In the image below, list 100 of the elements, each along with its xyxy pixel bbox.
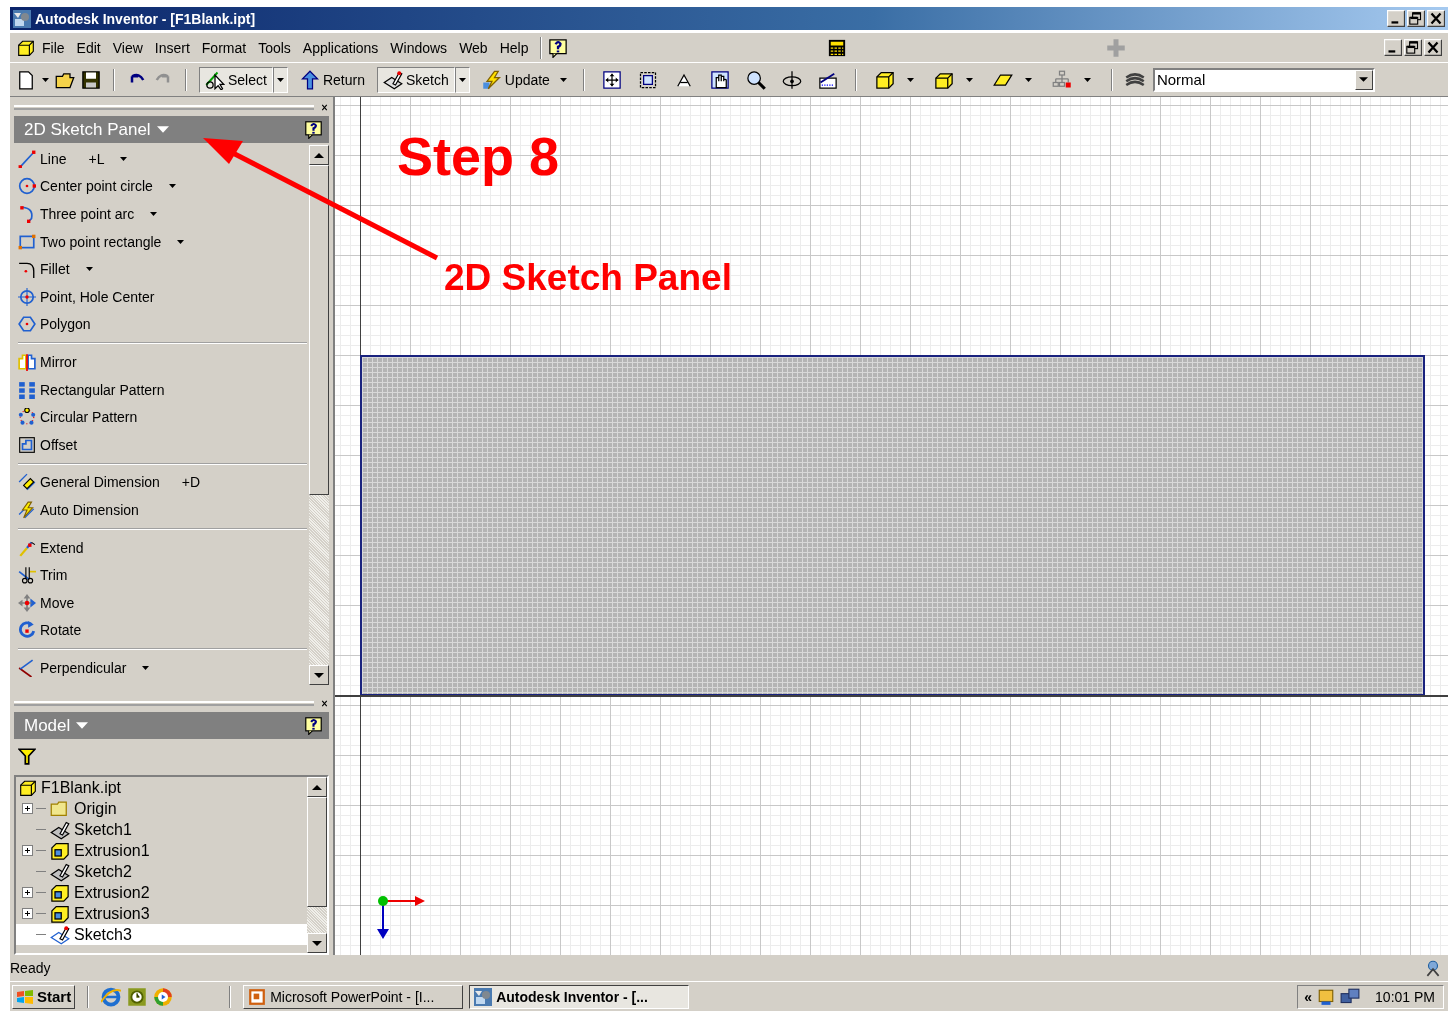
caret-icon[interactable]: [965, 77, 973, 82]
panel-tool-item[interactable]: Extend: [18, 533, 307, 562]
caret-icon[interactable]: [458, 77, 466, 82]
panel-tool-item[interactable]: Offset: [18, 430, 307, 459]
scrollbar[interactable]: [309, 145, 329, 685]
new-file-icon[interactable]: [16, 69, 36, 90]
expand-icon[interactable]: [22, 887, 33, 898]
panel-tool-item[interactable]: Rotate: [18, 616, 307, 645]
circular-pattern-icon: [18, 408, 36, 427]
browser-icon[interactable]: [101, 986, 122, 1007]
caret-icon[interactable]: [42, 77, 49, 82]
panel-tool-item[interactable]: Fillet: [18, 255, 307, 283]
start-button[interactable]: Start: [12, 984, 76, 1009]
taskbar-button[interactable]: Microsoft PowerPoint - [I...: [243, 984, 464, 1009]
pan-icon[interactable]: [709, 69, 730, 90]
help-icon[interactable]: [548, 37, 569, 58]
window-minimize-button[interactable]: [1387, 10, 1405, 27]
panel-tool-item[interactable]: Rectangular Pattern: [18, 375, 307, 404]
clock-icon[interactable]: [127, 986, 148, 1007]
tree-item[interactable]: F1Blank.ipt: [16, 777, 307, 798]
caret-icon[interactable]: [85, 267, 93, 272]
tree-item[interactable]: Origin: [16, 798, 307, 819]
crosshair-icon: [18, 287, 36, 306]
caret-icon[interactable]: [168, 184, 176, 189]
tray-icon[interactable]: [1317, 987, 1336, 1006]
scroll-up-icon[interactable]: [312, 784, 322, 790]
caret-icon[interactable]: [177, 239, 185, 244]
show-hidden-icons-button[interactable]: «: [1304, 988, 1313, 1005]
box-icon[interactable]: [874, 69, 895, 90]
caret-icon[interactable]: [276, 77, 284, 82]
filter-icon[interactable]: [18, 747, 36, 765]
menu-item[interactable]: Windows: [384, 36, 454, 59]
menu-item[interactable]: Tools: [252, 36, 297, 59]
close-icon[interactable]: [320, 102, 329, 112]
tree-item[interactable]: Extrusion1: [16, 840, 307, 861]
taskbar-button[interactable]: Autodesk Inventor - [...: [469, 984, 690, 1009]
panel-title[interactable]: 2D Sketch Panel: [24, 119, 151, 140]
caret-icon[interactable]: [120, 156, 128, 161]
fillet-icon: [18, 260, 36, 279]
media-player-icon[interactable]: [153, 986, 174, 1007]
tree-item[interactable]: Sketch1: [16, 819, 307, 840]
panel-title[interactable]: Model: [24, 715, 71, 736]
caret-icon[interactable]: [906, 77, 914, 82]
tree-item[interactable]: Extrusion2: [16, 882, 307, 903]
panel-tool-item[interactable]: General Dimension +D: [18, 468, 307, 497]
panel-tool-item[interactable]: Point, Hole Center: [18, 282, 307, 311]
help-icon[interactable]: [304, 716, 323, 735]
scrollbar[interactable]: [307, 777, 327, 953]
save-icon[interactable]: [81, 69, 101, 90]
panel-tool-item[interactable]: Polygon: [18, 310, 307, 339]
caret-icon[interactable]: [1024, 77, 1032, 82]
tree-item[interactable]: Extrusion3: [16, 903, 307, 924]
caret-icon[interactable]: [1083, 77, 1091, 82]
magnifier-icon[interactable]: [745, 69, 766, 90]
panel-tool-item[interactable]: Line +L: [18, 145, 307, 173]
panel-tool-item[interactable]: Mirror: [18, 348, 307, 376]
scroll-up-icon[interactable]: [314, 152, 324, 158]
help-icon[interactable]: [304, 120, 323, 139]
select-button[interactable]: Select: [199, 66, 273, 93]
sketch-button[interactable]: Sketch: [376, 66, 455, 93]
window-close-button[interactable]: [1427, 10, 1445, 27]
menu-item[interactable]: Edit: [70, 36, 107, 59]
hierarchy-icon[interactable]: [1051, 69, 1072, 90]
caret-icon[interactable]: [559, 77, 567, 82]
orbit-icon[interactable]: [781, 69, 802, 90]
panel-tool-item[interactable]: Two point rectangle: [18, 227, 307, 256]
caret-icon[interactable]: [142, 665, 150, 670]
window-restore-button[interactable]: [1407, 10, 1425, 27]
panel-tool-item[interactable]: Perpendicular: [18, 654, 307, 682]
scroll-down-icon[interactable]: [314, 672, 324, 678]
menu-item[interactable]: View: [106, 36, 149, 59]
expand-icon[interactable]: [22, 845, 33, 856]
tree-item[interactable]: Sketch3: [16, 924, 307, 945]
panel-tool-item[interactable]: Center point circle: [18, 172, 307, 201]
tree-item[interactable]: Sketch2: [16, 861, 307, 882]
scroll-down-icon[interactable]: [312, 940, 322, 946]
panel-tool-item[interactable]: Circular Pattern: [18, 403, 307, 431]
menu-item[interactable]: Web: [453, 36, 494, 59]
expand-icon[interactable]: [22, 803, 33, 814]
network-computers-icon[interactable]: [1340, 987, 1361, 1006]
document-restore-button[interactable]: [1404, 39, 1422, 56]
menu-item[interactable]: File: [36, 36, 71, 59]
document-close-button[interactable]: [1424, 39, 1442, 56]
panel-tool-item[interactable]: Move: [18, 588, 307, 617]
zoom-window-icon[interactable]: [637, 69, 658, 90]
panel-tool-item[interactable]: Trim: [18, 561, 307, 589]
panel-tool-item[interactable]: Three point arc: [18, 200, 307, 228]
menu-item[interactable]: Insert: [148, 36, 196, 59]
box-icon: [18, 778, 38, 797]
axis-triad-icon: [377, 893, 427, 941]
menu-item[interactable]: Help: [493, 36, 535, 59]
menu-item[interactable]: Applications: [296, 36, 385, 59]
expand-icon[interactable]: [22, 908, 33, 919]
close-icon[interactable]: [320, 698, 329, 708]
menu-item[interactable]: Format: [195, 36, 253, 59]
style-dropdown[interactable]: Normal: [1152, 67, 1375, 92]
panel-tool-item[interactable]: Auto Dimension: [18, 496, 307, 524]
document-minimize-button[interactable]: [1384, 39, 1402, 56]
caret-icon[interactable]: [150, 212, 158, 216]
zoom-all-icon[interactable]: [601, 69, 622, 90]
